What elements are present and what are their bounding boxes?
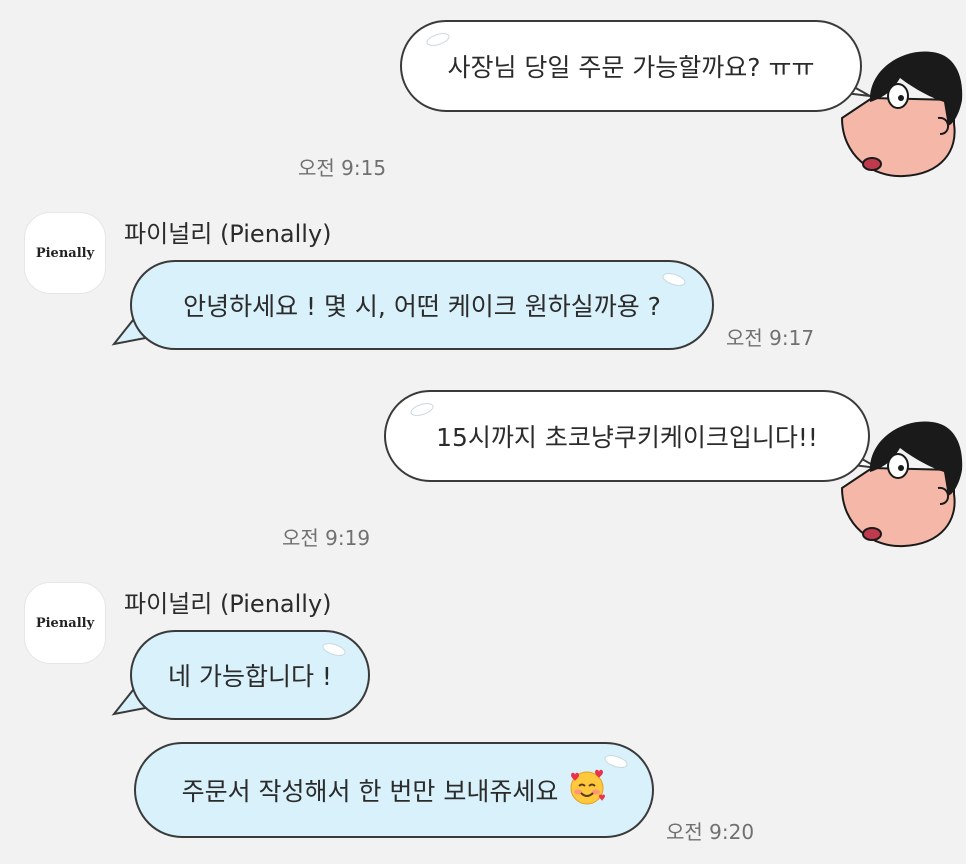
- message-text: 15시까지 초코냥쿠키케이크입니다!!: [436, 423, 818, 452]
- user-avatar-face: [840, 51, 963, 178]
- user-avatar-face: [840, 421, 963, 548]
- message-text: 사장님 당일 주문 가능할까요? ㅠㅠ: [447, 53, 815, 82]
- message-bubble-incoming[interactable]: 네 가능합니다 !: [130, 630, 370, 720]
- bubble-highlight: [424, 30, 452, 49]
- partner-avatar[interactable]: Pienally: [24, 582, 106, 664]
- bubble-highlight: [660, 270, 688, 289]
- message-text: 안녕하세요 ! 몇 시, 어떤 케이크 원하실까용 ?: [183, 292, 661, 321]
- message-bubble-outgoing[interactable]: 사장님 당일 주문 가능할까요? ㅠㅠ: [400, 20, 862, 112]
- smiling-face-with-hearts-icon: [568, 768, 606, 812]
- message-text: 네 가능합니다 !: [168, 662, 332, 691]
- timestamp: 오전 9:19: [282, 526, 371, 550]
- avatar-logo-text: Pienally: [35, 615, 95, 631]
- avatar-logo-text: Pienally: [35, 245, 95, 261]
- bubble-highlight: [408, 400, 436, 419]
- message-bubble-incoming[interactable]: 주문서 작성해서 한 번만 보내쥬세요: [134, 742, 654, 838]
- timestamp: 오전 9:20: [666, 820, 755, 844]
- message-text: 주문서 작성해서 한 번만 보내쥬세요: [181, 777, 559, 806]
- bubble-highlight: [320, 640, 348, 659]
- message-bubble-incoming[interactable]: 안녕하세요 ! 몇 시, 어떤 케이크 원하실까용 ?: [130, 260, 714, 350]
- bubble-highlight: [602, 752, 630, 771]
- timestamp: 오전 9:15: [298, 156, 387, 180]
- partner-avatar[interactable]: Pienally: [24, 212, 106, 294]
- timestamp: 오전 9:17: [726, 326, 815, 350]
- sender-name: 파이널리 (Pienally): [124, 220, 332, 248]
- message-bubble-outgoing[interactable]: 15시까지 초코냥쿠키케이크입니다!!: [384, 390, 870, 482]
- sender-name: 파이널리 (Pienally): [124, 590, 332, 618]
